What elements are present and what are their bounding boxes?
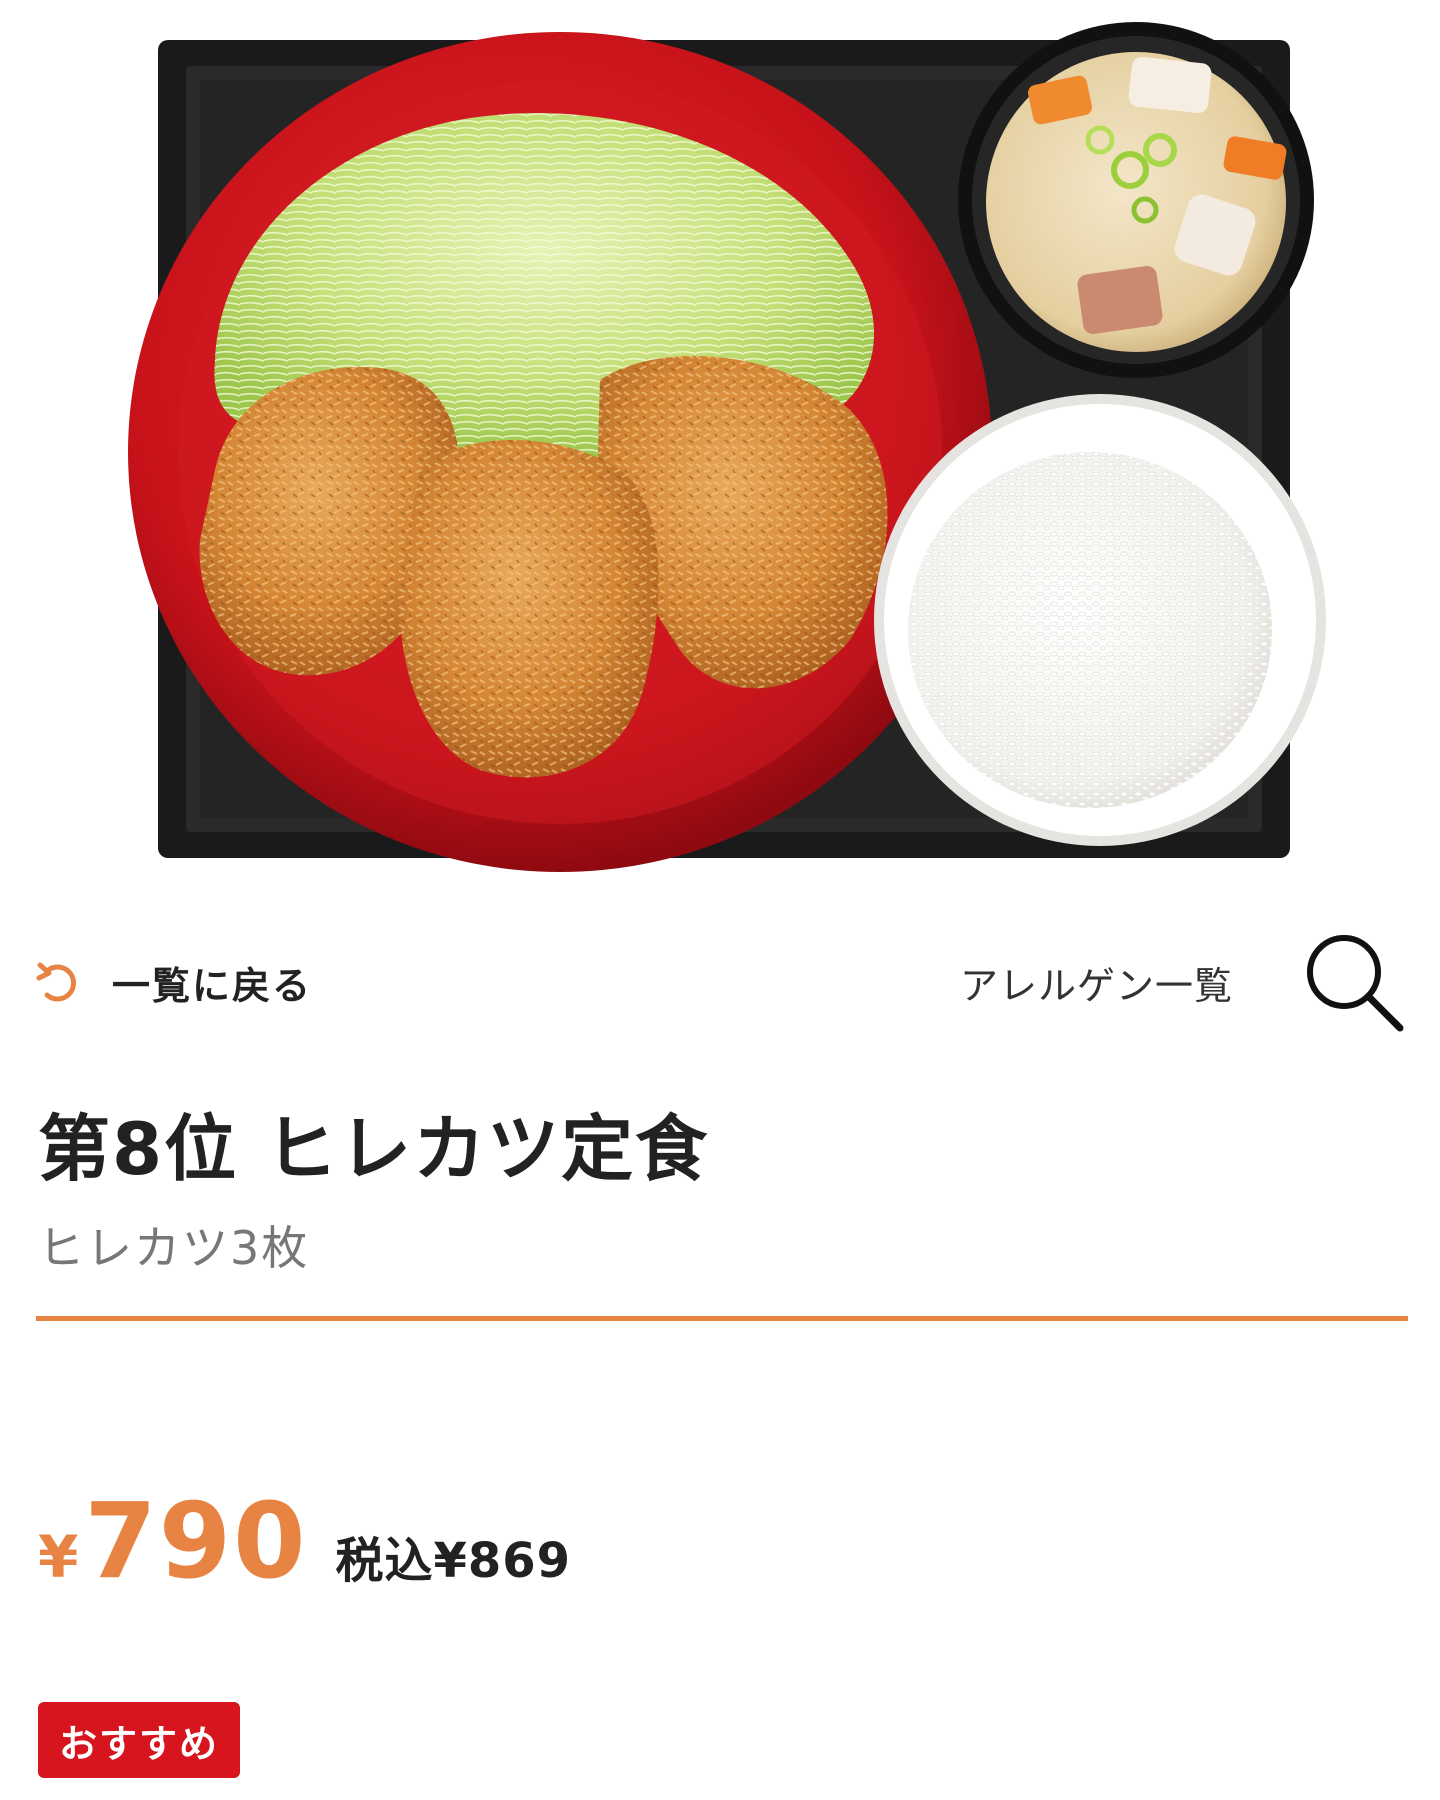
price: 790: [84, 1480, 308, 1602]
search-icon: [1307, 935, 1404, 1032]
back-to-list-link[interactable]: 一覧に戻る: [36, 950, 312, 1014]
price-currency: ¥: [38, 1523, 79, 1591]
divider: [36, 1316, 1408, 1321]
price-row: ¥ 790 税込¥869: [38, 1480, 572, 1602]
product-description: ヒレカツ3枚: [38, 1221, 310, 1275]
allergen-label: アレルゲン一覧: [960, 963, 1234, 1008]
undo-arrow-icon: [36, 959, 82, 1005]
allergen-list-link[interactable]: アレルゲン一覧: [960, 950, 1233, 1014]
product-photo: [0, 0, 1440, 880]
search-button[interactable]: [1300, 928, 1410, 1038]
recommended-badge: おすすめ: [38, 1702, 240, 1778]
back-label: 一覧に戻る: [112, 963, 313, 1008]
product-title: 第8位 ヒレカツ定食: [38, 1107, 710, 1191]
price-tax-included: 税込¥869: [335, 1533, 572, 1589]
